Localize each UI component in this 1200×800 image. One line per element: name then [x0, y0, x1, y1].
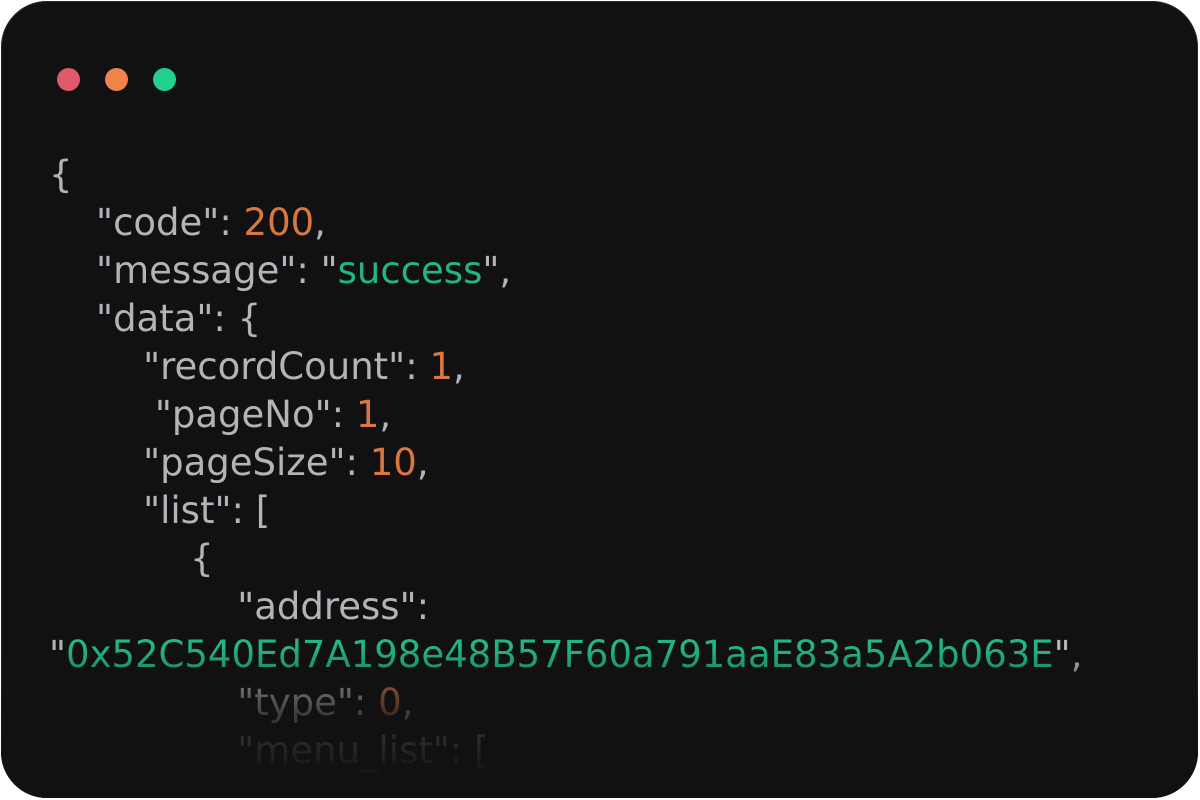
code-line: "address": — [49, 583, 1082, 631]
code-line: "recordCount": 1, — [49, 343, 1082, 391]
code-line: "type": 0, — [49, 679, 1082, 727]
code-token: ", — [1053, 633, 1083, 676]
code-token: "pageSize": — [143, 441, 370, 484]
code-line: "menu_list": [ — [49, 727, 1082, 775]
code-token: ", — [482, 249, 512, 292]
code-number: 1 — [429, 345, 453, 388]
code-number: 10 — [369, 441, 417, 484]
code-token: , — [379, 393, 392, 436]
code-token: "message": " — [96, 249, 338, 292]
code-line: "pageNo": 1, — [49, 391, 1082, 439]
code-token: "recordCount": — [143, 345, 430, 388]
json-code-block: { "code": 200, "message": "success", "da… — [49, 151, 1082, 775]
code-line: "data": { — [49, 295, 1082, 343]
code-line: "0x52C540Ed7A198e48B57F60a791aaE83a5A2b0… — [49, 631, 1082, 679]
code-string: 0x52C540Ed7A198e48B57F60a791aaE83a5A2b06… — [66, 633, 1054, 676]
code-number: 200 — [243, 201, 315, 244]
code-string: success — [337, 249, 483, 292]
code-token: , — [401, 681, 414, 724]
code-line: "pageSize": 10, — [49, 439, 1082, 487]
code-token: , — [314, 201, 326, 244]
code-token: " — [49, 633, 67, 676]
window-controls — [57, 68, 176, 91]
code-line: { — [49, 151, 1082, 199]
code-number: 0 — [378, 681, 402, 724]
code-token: "menu_list": [ — [237, 729, 489, 772]
code-line: { — [49, 535, 1082, 583]
code-line: "message": "success", — [49, 247, 1082, 295]
code-token: "address": — [237, 585, 430, 628]
code-token: { — [49, 153, 73, 196]
code-token: "data": { — [96, 297, 262, 340]
code-window: { "code": 200, "message": "success", "da… — [1, 1, 1198, 798]
maximize-dot-icon[interactable] — [153, 68, 176, 91]
code-token: , — [452, 345, 465, 388]
code-token: "pageNo": — [154, 393, 356, 436]
code-line: "code": 200, — [49, 199, 1082, 247]
code-line: "list": [ — [49, 487, 1082, 535]
code-token: "code": — [96, 201, 244, 244]
close-dot-icon[interactable] — [57, 68, 80, 91]
minimize-dot-icon[interactable] — [105, 68, 128, 91]
code-token: "type": — [237, 681, 379, 724]
code-number: 1 — [355, 393, 380, 436]
code-token: { — [190, 537, 214, 580]
code-token: "list": [ — [143, 489, 271, 532]
code-token: , — [416, 441, 429, 484]
